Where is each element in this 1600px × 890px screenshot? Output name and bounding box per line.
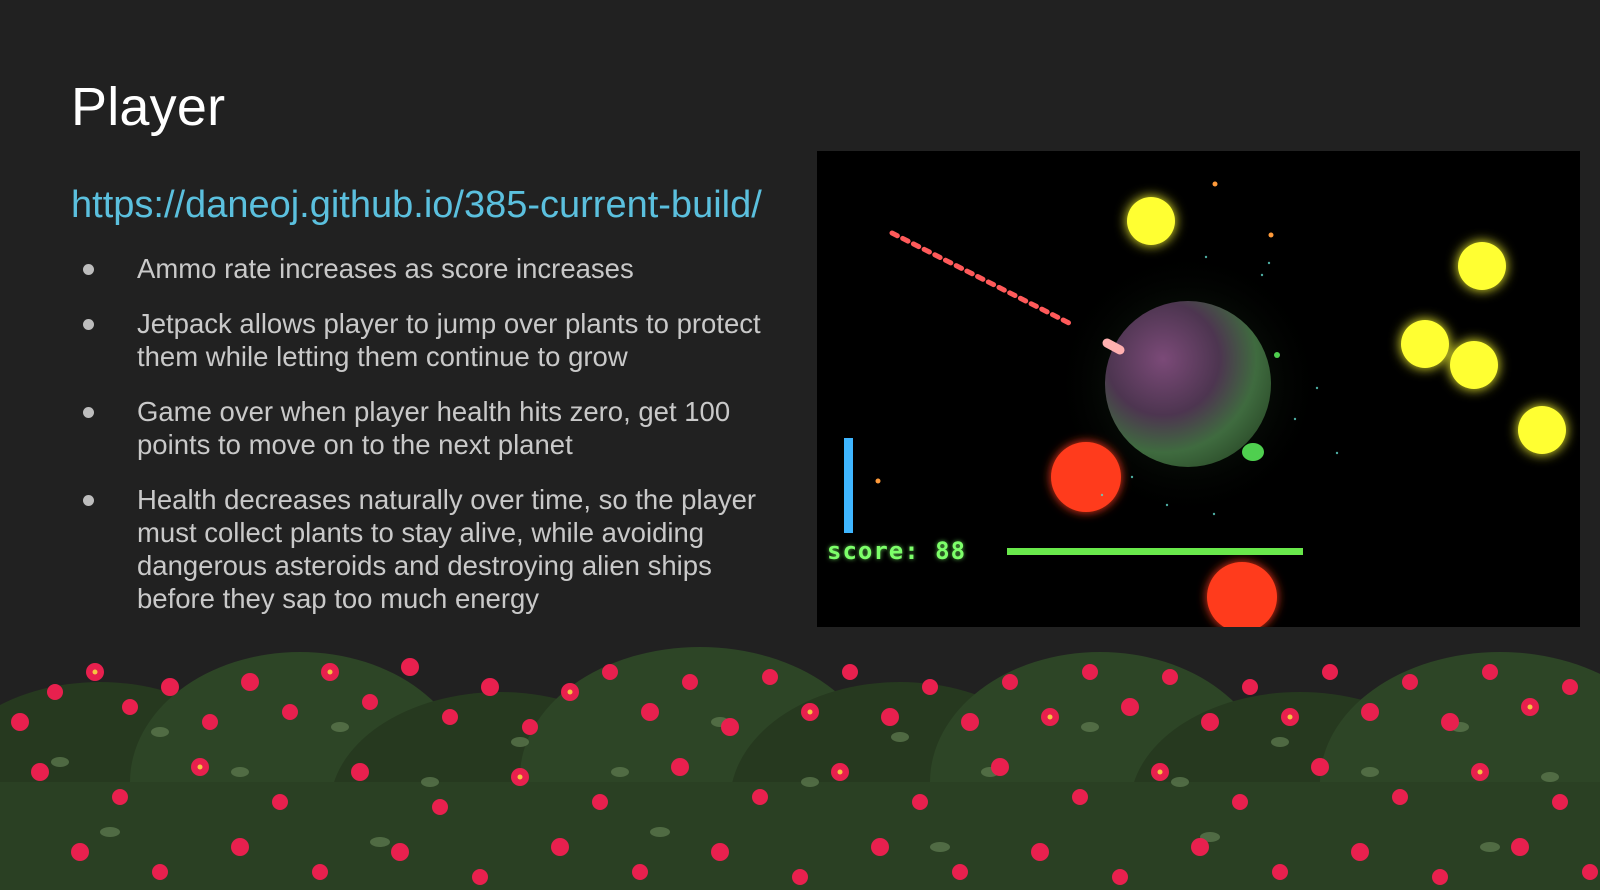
bullet-text: Health decreases naturally over time, so… [137, 484, 757, 614]
laser-trail [889, 230, 1074, 327]
bullet-item: Ammo rate increases as score increases [80, 252, 780, 285]
bullet-item: Jetpack allows player to jump over plant… [80, 307, 780, 373]
energy-orb-icon [1127, 197, 1175, 245]
bullet-text: Jetpack allows player to jump over plant… [137, 308, 761, 372]
score-readout: score: 88 [827, 537, 967, 565]
player-ship-icon [1242, 443, 1264, 461]
energy-orb-icon [1458, 242, 1506, 290]
energy-orb-icon [1401, 320, 1449, 368]
bullet-dot-icon [83, 319, 94, 330]
bullet-text: Ammo rate increases as score increases [137, 253, 634, 284]
planet [1105, 301, 1271, 467]
slide-title: Player [71, 77, 226, 137]
bullet-item: Health decreases naturally over time, so… [80, 483, 780, 615]
energy-orb-icon [1518, 406, 1566, 454]
bullet-text: Game over when player health hits zero, … [137, 396, 731, 460]
health-bar [1007, 548, 1303, 555]
game-link[interactable]: https://daneoj.github.io/385-current-bui… [71, 184, 762, 227]
laser-bolt [1102, 338, 1125, 355]
asteroid-icon [1207, 562, 1277, 627]
ammo-bar [844, 438, 853, 533]
bullet-dot-icon [83, 407, 94, 418]
rose-bushes-decoration [0, 647, 1600, 890]
bullet-item: Game over when player health hits zero, … [80, 395, 780, 461]
asteroid-icon [1051, 442, 1121, 512]
plant-icon [1274, 352, 1280, 358]
slide: Player https://daneoj.github.io/385-curr… [0, 0, 1600, 890]
game-screenshot: score: 88 [817, 151, 1580, 627]
bullet-list: Ammo rate increases as score increases J… [80, 252, 780, 637]
bullet-dot-icon [83, 495, 94, 506]
bullet-dot-icon [83, 264, 94, 275]
energy-orb-icon [1450, 341, 1498, 389]
